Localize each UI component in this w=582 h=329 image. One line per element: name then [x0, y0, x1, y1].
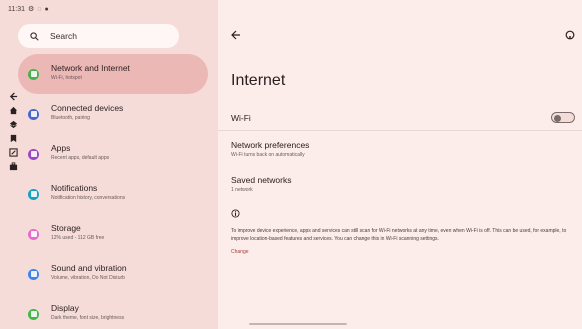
menu-item-title: Connected devices [51, 103, 124, 113]
page-title: Internet [231, 72, 286, 89]
network-preferences-subtitle: Wi-Fi turns back on automatically [231, 152, 305, 158]
edit-rail-icon[interactable] [8, 148, 18, 157]
briefcase-rail-icon[interactable] [9, 162, 18, 171]
network-preferences-title: Network preferences [231, 140, 310, 150]
home-indicator[interactable] [249, 323, 347, 325]
menu-item-subtitle: Wi-Fi, hotspot [51, 75, 82, 81]
change-link[interactable]: Change [231, 249, 249, 255]
back-arrow-icon[interactable] [231, 30, 241, 40]
menu-item-display[interactable]: Display Dark theme, font size, brightnes… [18, 294, 208, 329]
status-time: 11:31 [8, 5, 25, 13]
menu-item-title: Apps [51, 143, 71, 153]
back-rail-icon[interactable] [9, 92, 18, 101]
apps-icon [28, 148, 39, 160]
sync-status-icon: ◌ [37, 5, 42, 13]
divider [218, 130, 582, 131]
menu-item-network[interactable]: Network and Internet Wi-Fi, hotspot [18, 54, 208, 94]
menu-item-notifications[interactable]: Notifications Notification history, conv… [18, 174, 208, 214]
menu-item-subtitle: Dark theme, font size, brightness [51, 315, 125, 321]
menu-item-subtitle: 12% used - 112 GB free [51, 235, 105, 241]
wifi-row[interactable]: Wi-Fi [231, 112, 575, 123]
alert-status-icon: ● [44, 5, 49, 13]
menu-item-connected-devices[interactable]: Connected devices Bluetooth, pairing [18, 94, 208, 134]
status-bar: 11:31 ⚙ ◌ ● [8, 3, 49, 15]
menu-item-storage[interactable]: Storage 12% used - 112 GB free [18, 214, 208, 254]
bookmark-rail-icon[interactable] [9, 134, 18, 143]
devices-icon [28, 108, 39, 120]
saved-networks-item[interactable]: Saved networks 1 network [231, 175, 291, 194]
menu-item-title: Notifications [51, 183, 98, 193]
menu-item-sound[interactable]: Sound and vibration Volume, vibration, D… [18, 254, 208, 294]
menu-item-title: Sound and vibration [51, 263, 127, 273]
help-icon[interactable] [565, 30, 575, 40]
menu-item-subtitle: Bluetooth, pairing [51, 115, 90, 121]
saved-networks-title: Saved networks [231, 175, 292, 185]
sound-icon [28, 268, 39, 280]
saved-networks-subtitle: 1 network [231, 187, 253, 193]
wifi-label: Wi-Fi [231, 112, 251, 123]
menu-item-apps[interactable]: Apps Recent apps, default apps [18, 134, 208, 174]
search-bar[interactable]: Search [18, 24, 179, 48]
search-label: Search [50, 31, 77, 41]
menu-item-title: Network and Internet [51, 63, 130, 73]
menu-item-title: Storage [51, 223, 81, 233]
network-preferences-item[interactable]: Network preferences Wi-Fi turns back on … [231, 140, 309, 159]
wifi-scanning-info: To improve device experience, apps and s… [231, 228, 567, 242]
menu-item-subtitle: Volume, vibration, Do Not Disturb [51, 275, 125, 281]
wifi-icon [28, 68, 39, 80]
display-icon [28, 308, 39, 320]
layers-rail-icon[interactable] [9, 120, 18, 129]
menu-item-title: Display [51, 303, 79, 313]
settings-status-icon: ⚙ [28, 5, 35, 13]
menu-item-subtitle: Notification history, conversations [51, 195, 126, 201]
taskbar-rail [7, 92, 19, 171]
menu-item-subtitle: Recent apps, default apps [51, 155, 110, 161]
storage-icon [28, 228, 39, 240]
info-icon [231, 209, 240, 218]
search-icon [30, 31, 39, 41]
toggle-knob [554, 114, 561, 122]
wifi-toggle[interactable] [551, 112, 575, 123]
home-rail-icon[interactable] [9, 106, 18, 115]
notifications-icon [28, 188, 39, 200]
detail-pane [218, 0, 582, 329]
